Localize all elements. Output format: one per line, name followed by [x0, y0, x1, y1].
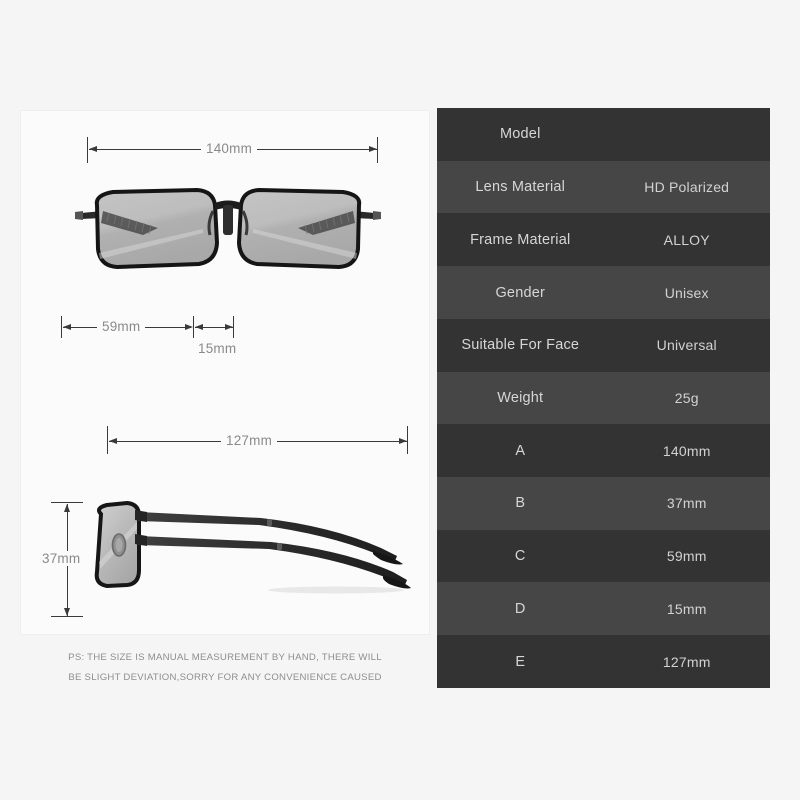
- dim-label-lens-height: 37mm: [37, 551, 86, 566]
- spec-key: B: [515, 495, 526, 512]
- table-row: D 15mm: [437, 582, 770, 636]
- dim-tick-37-top: [51, 502, 83, 503]
- spec-key: Gender: [495, 284, 546, 301]
- dim-tick-140-right: [377, 137, 378, 163]
- spec-key: Frame Material: [470, 231, 571, 248]
- spec-value: Universal: [656, 337, 717, 354]
- dim-arrow-37-down: [64, 608, 70, 616]
- dim-tick-15-right: [233, 316, 234, 338]
- eyeglasses-front-view: [73, 181, 383, 276]
- table-row: E 127mm: [437, 635, 770, 688]
- disclaimer-line-2: BE SLIGHT DEVIATION,SORRY FOR ANY CONVEN…: [68, 672, 382, 683]
- disclaimer-line-1: PS: THE SIZE IS MANUAL MEASUREMENT BY HA…: [68, 652, 382, 663]
- table-row: Suitable For Face Universal: [437, 318, 770, 372]
- spec-value: 25g: [674, 389, 699, 406]
- eyeglasses-side-view: [81, 496, 411, 596]
- dim-arrow-140-left: [89, 146, 97, 152]
- dim-tick-59-left: [61, 316, 62, 338]
- dim-label-lens-width: 59mm: [97, 319, 146, 334]
- spec-value: 15mm: [666, 600, 707, 617]
- spec-key: Weight: [497, 389, 544, 406]
- spec-value: 140mm: [662, 442, 711, 459]
- table-row: B 37mm: [437, 477, 770, 530]
- dim-tick-127-right: [407, 426, 408, 454]
- dim-arrow-15-right: [225, 324, 233, 330]
- spec-key: Lens Material: [475, 179, 566, 196]
- dim-arrow-37-up: [64, 504, 70, 512]
- table-row: C 59mm: [437, 529, 770, 583]
- spec-value: ALLOY: [663, 231, 710, 248]
- spec-key: C: [514, 548, 526, 565]
- dim-tick-59-right: [193, 316, 194, 338]
- spec-value: 59mm: [666, 548, 707, 565]
- spec-value: 127mm: [662, 653, 711, 670]
- specification-table: Model Lens Material HD Polarized Frame M…: [437, 108, 770, 688]
- measurement-disclaimer: PS: THE SIZE IS MANUAL MEASUREMENT BY HA…: [20, 648, 430, 688]
- table-row: Model: [437, 108, 770, 161]
- dim-arrow-127-left: [109, 438, 117, 444]
- table-row: Weight 25g: [437, 371, 770, 425]
- dim-label-temple-length: 127mm: [221, 433, 278, 448]
- dim-tick-37-bottom: [51, 616, 83, 617]
- spec-key: Suitable For Face: [461, 337, 580, 354]
- dim-arrow-127-right: [399, 438, 407, 444]
- spec-key: E: [515, 653, 526, 670]
- dimension-diagram-card: 140mm 59mm 15mm 127mm 37mm: [20, 110, 430, 635]
- table-row: Lens Material HD Polarized: [437, 160, 770, 214]
- spec-value: Unisex: [664, 284, 709, 301]
- dim-label-bridge-width: 15mm: [193, 341, 242, 356]
- table-row: Gender Unisex: [437, 266, 770, 319]
- dim-tick-127-left: [107, 426, 108, 454]
- dim-arrow-59-right: [185, 324, 193, 330]
- dim-arrow-15-left: [195, 324, 203, 330]
- spec-value: HD Polarized: [644, 179, 730, 196]
- spec-key: D: [514, 600, 526, 617]
- dim-arrow-140-right: [369, 146, 377, 152]
- dim-label-total-width: 140mm: [201, 141, 258, 156]
- dim-arrow-59-left: [63, 324, 71, 330]
- spec-key: Model: [500, 126, 541, 143]
- table-row: A 140mm: [437, 424, 770, 478]
- table-row: Frame Material ALLOY: [437, 213, 770, 267]
- spec-value: 37mm: [666, 495, 707, 512]
- spec-key: A: [515, 442, 526, 459]
- dim-tick-140-left: [87, 137, 88, 163]
